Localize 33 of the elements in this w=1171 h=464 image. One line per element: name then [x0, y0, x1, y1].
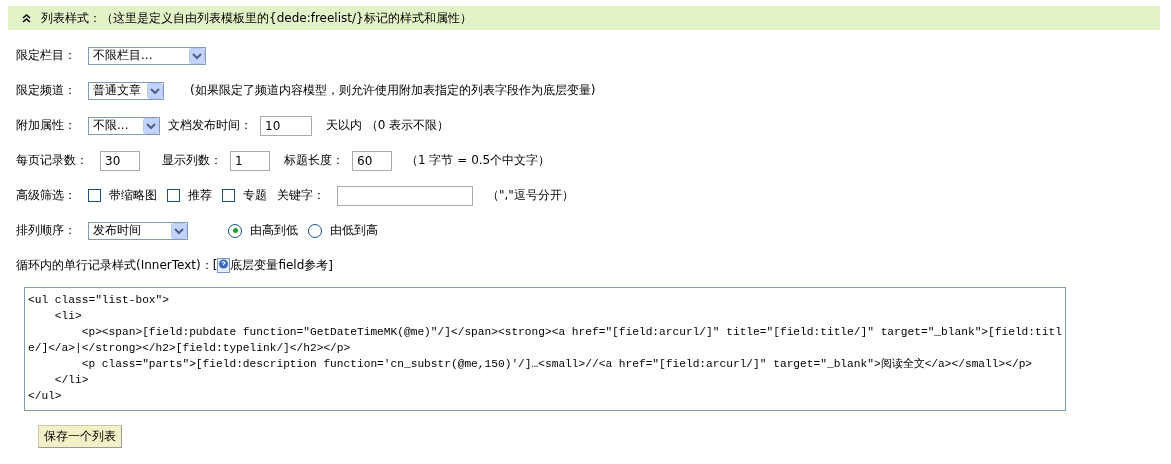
- page-size-input[interactable]: 30: [100, 150, 140, 171]
- field-label: 每页记录数：: [16, 152, 88, 169]
- checkbox-label: 带缩略图: [109, 187, 157, 204]
- radio-label: 由高到低: [250, 222, 298, 239]
- help-link[interactable]: 底层变量field参考: [230, 257, 329, 274]
- field-label: 标题长度：: [284, 152, 344, 169]
- bracket-text: ]: [328, 258, 333, 273]
- field-label: 关键字：: [277, 187, 325, 204]
- save-button[interactable]: 保存一个列表: [38, 425, 122, 448]
- field-label: 循环内的单行记录样式(InnerText)：[: [16, 257, 218, 274]
- columns-input[interactable]: 1: [230, 150, 270, 171]
- radio-label: 由低到高: [330, 222, 378, 239]
- hint-text: （1 字节 = 0.5个中文字）: [406, 152, 551, 169]
- attribute-select[interactable]: 不限...: [88, 116, 160, 135]
- hint-text: 天以内 （0 表示不限）: [326, 117, 450, 134]
- field-label: 排列顺序：: [16, 222, 76, 239]
- field-label: 文档发布时间：: [168, 117, 252, 134]
- hint-text: （","逗号分开）: [487, 187, 574, 204]
- sort-select[interactable]: 发布时间: [88, 221, 188, 240]
- hint-text: (如果限定了频道内容模型，则允许使用附加表指定的列表字段作为底层变量): [190, 82, 596, 99]
- field-label: 限定频道：: [16, 82, 76, 99]
- template-editor[interactable]: <ul class="list-box"> <li> <p><span>[field:pubdate function="GetDateTimeMK(@me)"/]</span><strong><a href="[field:arcurl/]" title="[field:title/]" target="_blank">[field:title/]</a>|</strong></h2>[field:typelink/]</h2></p> <p class="parts">[field:description function='cn_substr(@me,150)'/]…<small>//<a href="[field:arcurl/]" target="_blank">阅读全文</a></small></p> </li> </ul>: [24, 287, 1066, 411]
- category-select[interactable]: 不限栏目...: [88, 46, 206, 65]
- field-label: 显示列数：: [162, 152, 222, 169]
- field-label: 附加属性：: [16, 117, 76, 134]
- section-title: 列表样式：（这里是定义自由列表模板里的{dede:freelist/}标记的样式和属性）: [41, 9, 472, 27]
- days-input[interactable]: 10: [260, 115, 312, 136]
- title-length-input[interactable]: 60: [352, 150, 392, 171]
- field-label: 限定栏目：: [16, 47, 76, 64]
- field-label: 高级筛选：: [16, 187, 76, 204]
- checkbox-label: 专题: [243, 187, 267, 204]
- checkbox-label: 推荐: [188, 187, 212, 204]
- channel-select[interactable]: 普通文章: [88, 81, 164, 100]
